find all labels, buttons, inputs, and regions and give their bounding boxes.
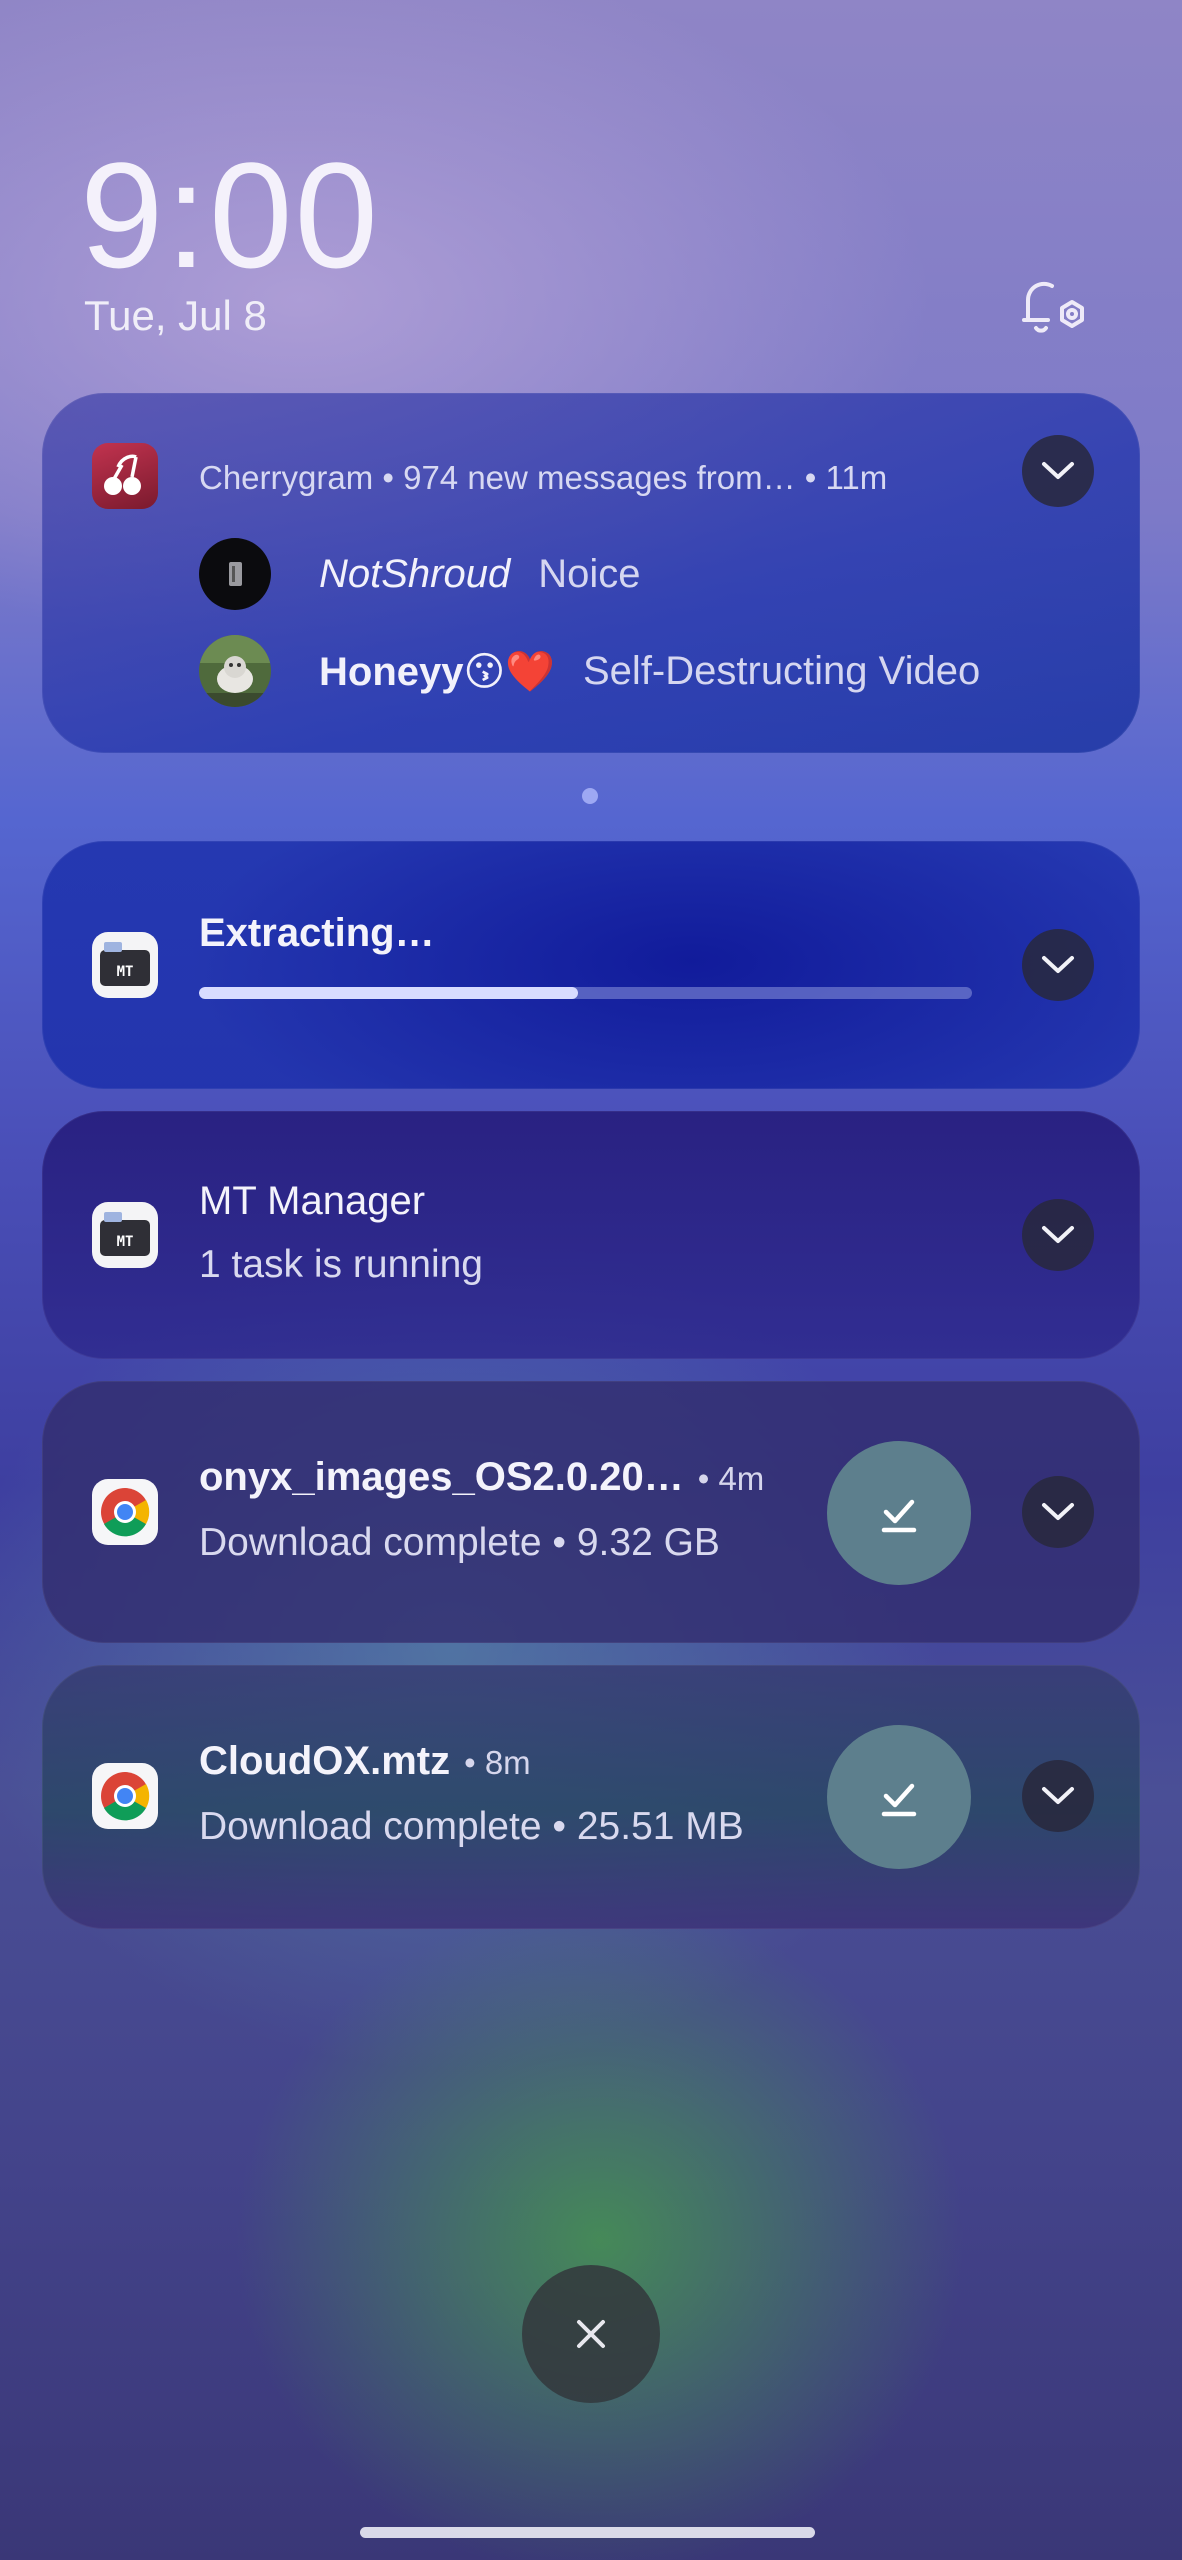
- chevron-down-icon: [1042, 1787, 1074, 1804]
- date: Tue, Jul 8: [84, 292, 267, 339]
- download-done-icon: [881, 1783, 917, 1817]
- open-download-button[interactable]: [827, 1725, 971, 1869]
- open-download-button[interactable]: [827, 1441, 971, 1585]
- chevron-down-icon: [1042, 956, 1074, 973]
- notification-subtitle: Download complete • 25.51 MB: [199, 1805, 744, 1848]
- file-name: CloudOX.mtz: [199, 1739, 451, 1783]
- mt-manager-notification[interactable]: MT MT Manager 1 task is running: [42, 1111, 1140, 1359]
- expand-button[interactable]: [1022, 929, 1094, 1001]
- message-text: Noice: [538, 551, 641, 596]
- avatar: [199, 538, 271, 610]
- home-indicator[interactable]: [360, 2527, 815, 2538]
- cherrygram-notification[interactable]: Cherrygram • 974 new messages from… • 11…: [42, 393, 1140, 753]
- expand-button[interactable]: [1022, 435, 1094, 507]
- notification-title: onyx_images_OS2.0.20… • 4m: [199, 1455, 764, 1500]
- time-ago: • 4m: [697, 1460, 765, 1497]
- svg-text:MT: MT: [117, 964, 134, 980]
- chevron-down-icon: [1042, 462, 1074, 479]
- message-text: Self-Destructing Video: [583, 648, 981, 693]
- chrome-icon: [92, 1763, 158, 1829]
- bell-gear-icon: [1022, 281, 1084, 333]
- close-icon: [577, 2320, 605, 2348]
- sender-name: NotShroud: [319, 551, 511, 596]
- message-row[interactable]: Honeyy😗❤️ Self-Destructing Video: [199, 635, 980, 707]
- progress-bar: [199, 987, 972, 999]
- clear-all-button[interactable]: [522, 2265, 660, 2403]
- notification-subtitle: 1 task is running: [199, 1243, 483, 1286]
- cherry-icon: [92, 443, 158, 509]
- notification-subtitle: Download complete • 9.32 GB: [199, 1521, 720, 1564]
- notification-title: MT Manager: [199, 1179, 426, 1223]
- svg-text:MT: MT: [117, 1234, 134, 1250]
- page-indicator-dot: [582, 788, 598, 804]
- progress-fill: [199, 987, 578, 999]
- chevron-down-icon: [1042, 1226, 1074, 1243]
- clock: 9:00: [80, 131, 380, 299]
- mt-manager-icon: MT: [92, 932, 158, 998]
- expand-button[interactable]: [1022, 1476, 1094, 1548]
- chevron-down-icon: [1042, 1503, 1074, 1520]
- notification-title: Extracting…: [199, 911, 435, 955]
- expand-button[interactable]: [1022, 1199, 1094, 1271]
- file-name: onyx_images_OS2.0.20…: [199, 1455, 684, 1499]
- download-done-icon: [881, 1499, 917, 1533]
- notification-settings-button[interactable]: [1010, 268, 1090, 348]
- message-row[interactable]: NotShroud Noice: [199, 538, 641, 610]
- time-ago: • 8m: [464, 1744, 531, 1781]
- expand-button[interactable]: [1022, 1760, 1094, 1832]
- chrome-icon: [92, 1479, 158, 1545]
- download-notification[interactable]: onyx_images_OS2.0.20… • 4m Download compl…: [42, 1381, 1140, 1643]
- notification-header: Cherrygram • 974 new messages from… • 11…: [199, 459, 888, 496]
- notification-title: CloudOX.mtz • 8m: [199, 1739, 531, 1784]
- sender-name: Honeyy😗❤️: [319, 649, 555, 694]
- mt-manager-icon: MT: [92, 1202, 158, 1268]
- avatar: [199, 635, 271, 707]
- download-notification[interactable]: CloudOX.mtz • 8m Download complete • 25.5…: [42, 1665, 1140, 1929]
- extracting-notification[interactable]: MT Extracting…: [42, 841, 1140, 1089]
